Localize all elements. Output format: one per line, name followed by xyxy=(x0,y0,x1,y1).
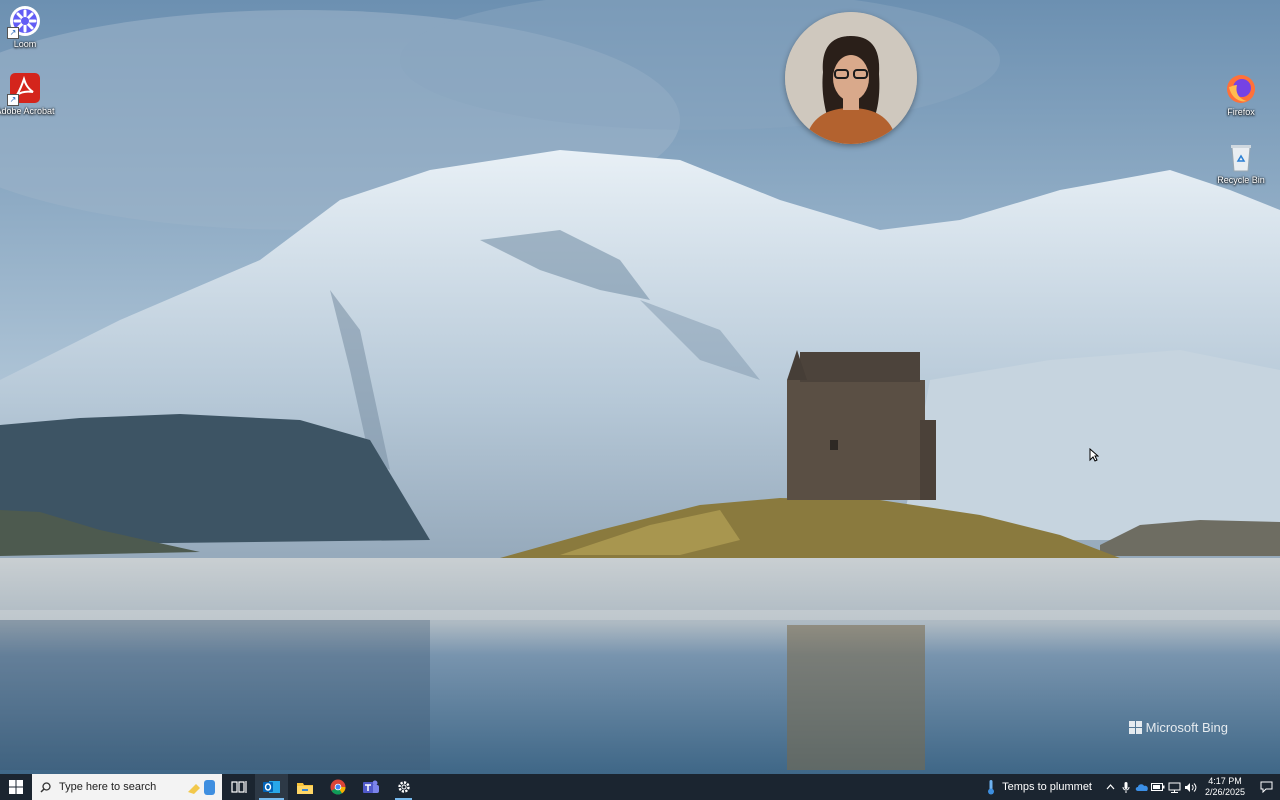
adobe-acrobat-icon: ↗ xyxy=(7,72,41,106)
clock-date: 2/26/2025 xyxy=(1204,787,1246,797)
weather-text: Temps to plummet xyxy=(1002,781,1092,793)
taskbar-outlook[interactable] xyxy=(255,774,288,800)
webcam-bubble[interactable] xyxy=(785,12,917,144)
battery-icon xyxy=(1151,783,1165,791)
desktop-icon-adobe-acrobat[interactable]: ↗ Adobe Acrobat xyxy=(0,72,55,116)
task-view-button[interactable] xyxy=(222,774,255,800)
start-button[interactable] xyxy=(0,774,32,800)
teams-icon xyxy=(362,780,379,793)
taskbar-settings[interactable] xyxy=(387,774,420,800)
task-view-icon xyxy=(230,781,247,793)
microphone-icon xyxy=(1122,781,1130,793)
person-webcam-feed xyxy=(785,12,917,144)
volume-tray-button[interactable] xyxy=(1182,774,1198,800)
chrome-icon xyxy=(330,779,346,795)
desktop-icon-label: Loom xyxy=(13,39,37,49)
watermark-text: Microsoft Bing xyxy=(1145,720,1228,735)
desktop-icon-recycle-bin[interactable]: Recycle Bin xyxy=(1211,141,1271,185)
notification-icon xyxy=(1260,781,1272,793)
search-icon xyxy=(40,781,51,793)
taskbar-clock[interactable]: 4:17 PM 2/26/2025 xyxy=(1198,776,1252,798)
wallpaper-scene xyxy=(0,0,1280,774)
network-tray-button[interactable] xyxy=(1166,774,1182,800)
network-icon xyxy=(1168,782,1180,793)
speaker-icon xyxy=(1184,782,1196,792)
shortcut-arrow-icon: ↗ xyxy=(7,27,19,39)
chevron-up-icon xyxy=(1106,784,1114,790)
search-placeholder: Type here to search xyxy=(59,781,157,793)
battery-tray-button[interactable] xyxy=(1150,774,1166,800)
onedrive-cloud-icon xyxy=(1135,783,1148,791)
settings-gear-icon xyxy=(397,781,410,793)
notification-center-button[interactable] xyxy=(1252,781,1280,793)
shortcut-arrow-icon: ↗ xyxy=(7,94,19,106)
clock-time: 4:17 PM xyxy=(1208,776,1242,786)
taskbar-file-explorer[interactable] xyxy=(288,774,321,800)
taskbar-search-box[interactable]: Type here to search xyxy=(32,774,222,800)
taskbar-chrome[interactable] xyxy=(321,774,354,800)
firefox-icon xyxy=(1225,73,1257,105)
mouse-pointer-icon xyxy=(1089,448,1099,462)
microphone-tray-button[interactable] xyxy=(1118,774,1134,800)
loom-icon: ↗ xyxy=(7,5,41,39)
recycle-bin-icon xyxy=(1225,141,1257,173)
desktop-icon-label: Adobe Acrobat xyxy=(0,106,55,116)
desktop-wallpaper xyxy=(0,0,1280,774)
desktop-icon-loom[interactable]: ↗ Loom xyxy=(0,5,55,49)
show-hidden-icons-button[interactable] xyxy=(1102,774,1118,800)
desktop-icon-firefox[interactable]: Firefox xyxy=(1211,73,1271,117)
system-tray: Temps to plummet 4:17 PM 2/26/2025 xyxy=(976,774,1280,800)
file-explorer-icon xyxy=(296,782,313,794)
outlook-icon xyxy=(262,781,280,793)
desktop-icon-label: Firefox xyxy=(1227,107,1255,117)
taskbar-teams[interactable] xyxy=(354,774,387,800)
microsoft-bing-watermark: Microsoft Bing xyxy=(1128,720,1228,735)
onedrive-tray-button[interactable] xyxy=(1134,774,1150,800)
search-highlight-icon xyxy=(186,778,216,796)
taskbar: Type here to search Temps to plummet 4:1… xyxy=(0,774,1280,800)
desktop-icon-label: Recycle Bin xyxy=(1217,175,1265,185)
thermometer-icon xyxy=(988,780,995,795)
microsoft-logo-icon xyxy=(1128,721,1142,734)
windows-logo-icon xyxy=(9,780,23,794)
weather-widget[interactable]: Temps to plummet xyxy=(976,779,1102,795)
